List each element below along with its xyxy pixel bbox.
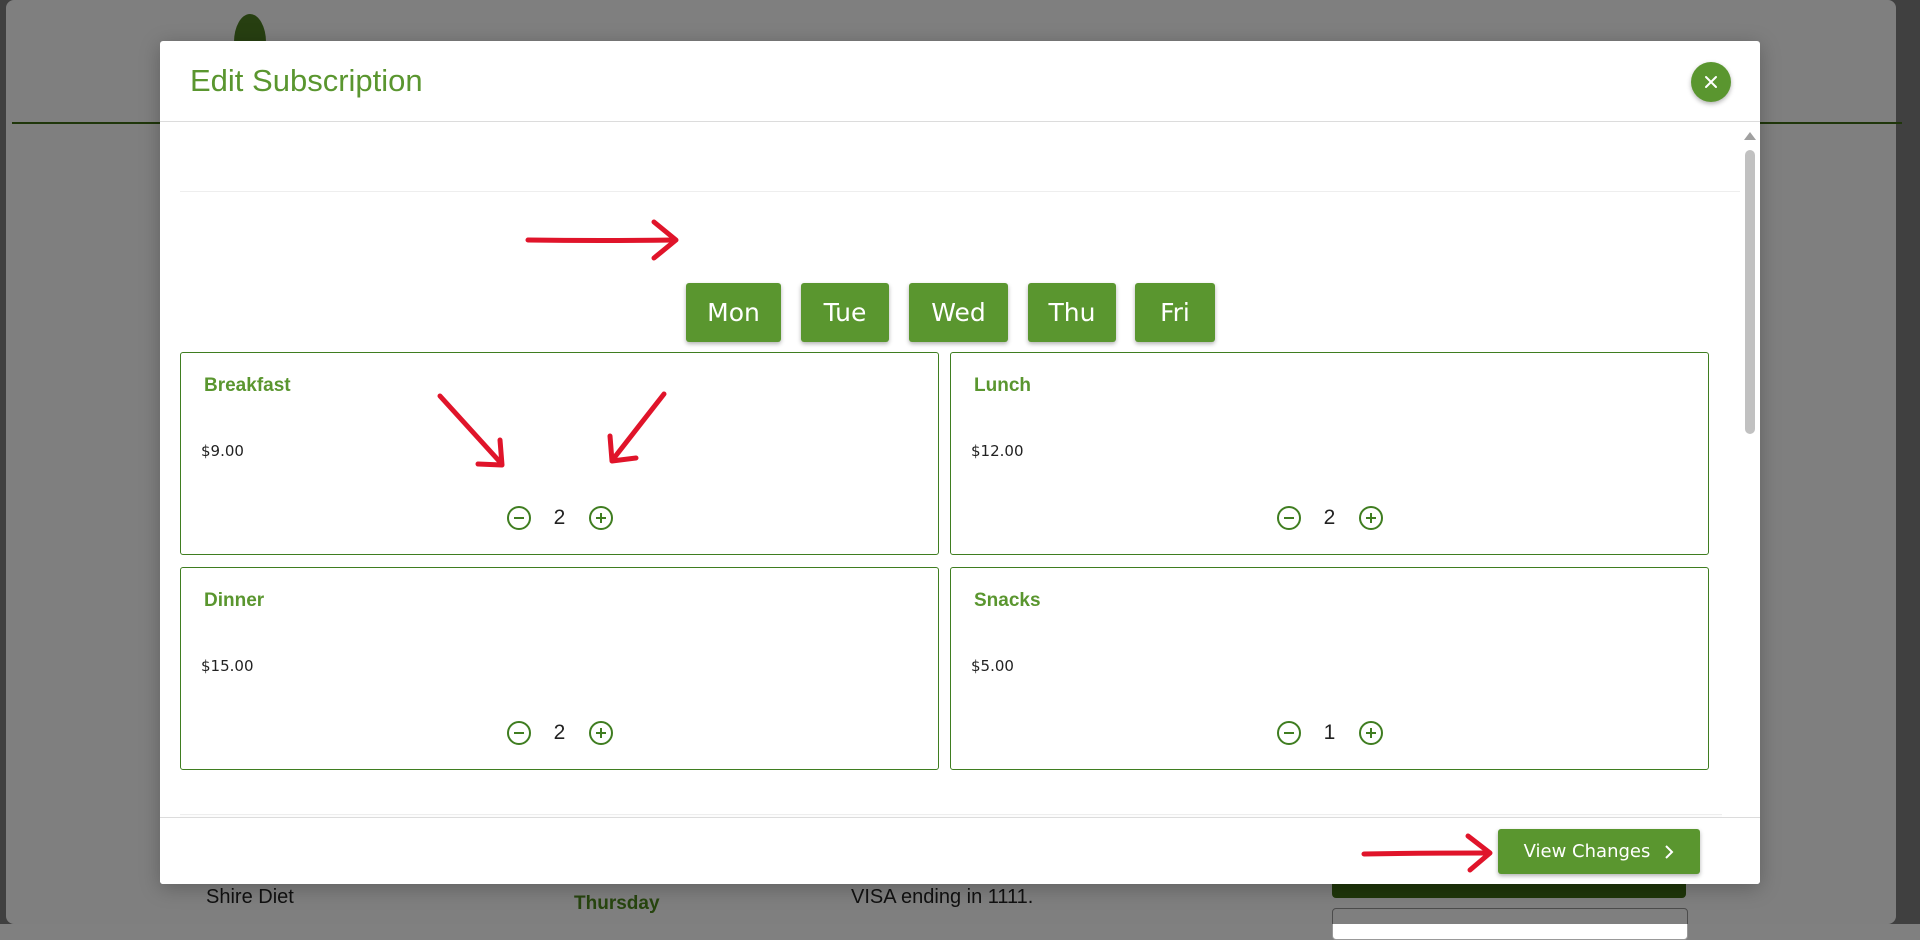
increase-button[interactable] bbox=[1358, 505, 1384, 531]
modal-body[interactable]: Mon Tue Wed Thu Fri Breakfast $9.00 2 Lu… bbox=[160, 122, 1760, 858]
view-changes-label: View Changes bbox=[1523, 841, 1651, 862]
plus-circle-icon bbox=[588, 721, 613, 745]
day-button-thu[interactable]: Thu bbox=[1028, 283, 1116, 342]
day-button-tue[interactable]: Tue bbox=[801, 283, 889, 342]
close-icon bbox=[1705, 76, 1717, 88]
close-button[interactable] bbox=[1691, 62, 1731, 102]
edit-subscription-modal: Edit Subscription Mon Tue Wed Thu Fri Br… bbox=[160, 41, 1760, 884]
day-button-fri[interactable]: Fri bbox=[1135, 283, 1215, 342]
body-divider bbox=[180, 191, 1740, 192]
quantity-stepper: 1 bbox=[951, 718, 1708, 748]
decrease-button[interactable] bbox=[506, 720, 532, 746]
quantity-stepper: 2 bbox=[951, 503, 1708, 533]
chevron-right-icon bbox=[1665, 844, 1674, 859]
minus-circle-icon bbox=[1276, 721, 1301, 745]
plus-circle-icon bbox=[588, 506, 613, 530]
quantity-stepper: 2 bbox=[181, 718, 938, 748]
quantity-value: 2 bbox=[553, 506, 566, 529]
meal-title: Dinner bbox=[204, 590, 265, 611]
modal-header: Edit Subscription bbox=[160, 41, 1760, 122]
decrease-button[interactable] bbox=[1276, 720, 1302, 746]
decrease-button[interactable] bbox=[506, 505, 532, 531]
modal-title: Edit Subscription bbox=[190, 63, 423, 98]
quantity-value: 2 bbox=[553, 721, 566, 744]
increase-button[interactable] bbox=[588, 505, 614, 531]
increase-button[interactable] bbox=[1358, 720, 1384, 746]
quantity-stepper: 2 bbox=[181, 503, 938, 533]
quantity-value: 1 bbox=[1323, 721, 1336, 744]
meal-price: $9.00 bbox=[201, 442, 244, 460]
meal-card-breakfast: Breakfast $9.00 2 bbox=[180, 352, 939, 555]
quantity-value: 2 bbox=[1323, 506, 1336, 529]
meal-title: Breakfast bbox=[204, 375, 291, 396]
scroll-thumb[interactable] bbox=[1745, 150, 1755, 434]
meal-title: Lunch bbox=[974, 375, 1031, 396]
minus-circle-icon bbox=[506, 506, 531, 530]
plus-circle-icon bbox=[1358, 506, 1383, 530]
view-changes-button[interactable]: View Changes bbox=[1498, 829, 1700, 874]
plus-circle-icon bbox=[1358, 721, 1383, 745]
day-button-wed[interactable]: Wed bbox=[909, 283, 1008, 342]
modal-scrollbar[interactable] bbox=[1742, 126, 1758, 858]
minus-circle-icon bbox=[506, 721, 531, 745]
meal-title: Snacks bbox=[974, 590, 1041, 611]
meal-price: $12.00 bbox=[971, 442, 1024, 460]
increase-button[interactable] bbox=[588, 720, 614, 746]
meal-price: $15.00 bbox=[201, 657, 254, 675]
meal-card-dinner: Dinner $15.00 2 bbox=[180, 567, 939, 770]
decrease-button[interactable] bbox=[1276, 505, 1302, 531]
meal-card-lunch: Lunch $12.00 2 bbox=[950, 352, 1709, 555]
meal-card-snacks: Snacks $5.00 1 bbox=[950, 567, 1709, 770]
modal-footer: View Changes bbox=[160, 817, 1760, 884]
minus-circle-icon bbox=[1276, 506, 1301, 530]
day-button-mon[interactable]: Mon bbox=[686, 283, 781, 342]
meal-price: $5.00 bbox=[971, 657, 1014, 675]
scroll-up-icon[interactable] bbox=[1744, 132, 1756, 140]
